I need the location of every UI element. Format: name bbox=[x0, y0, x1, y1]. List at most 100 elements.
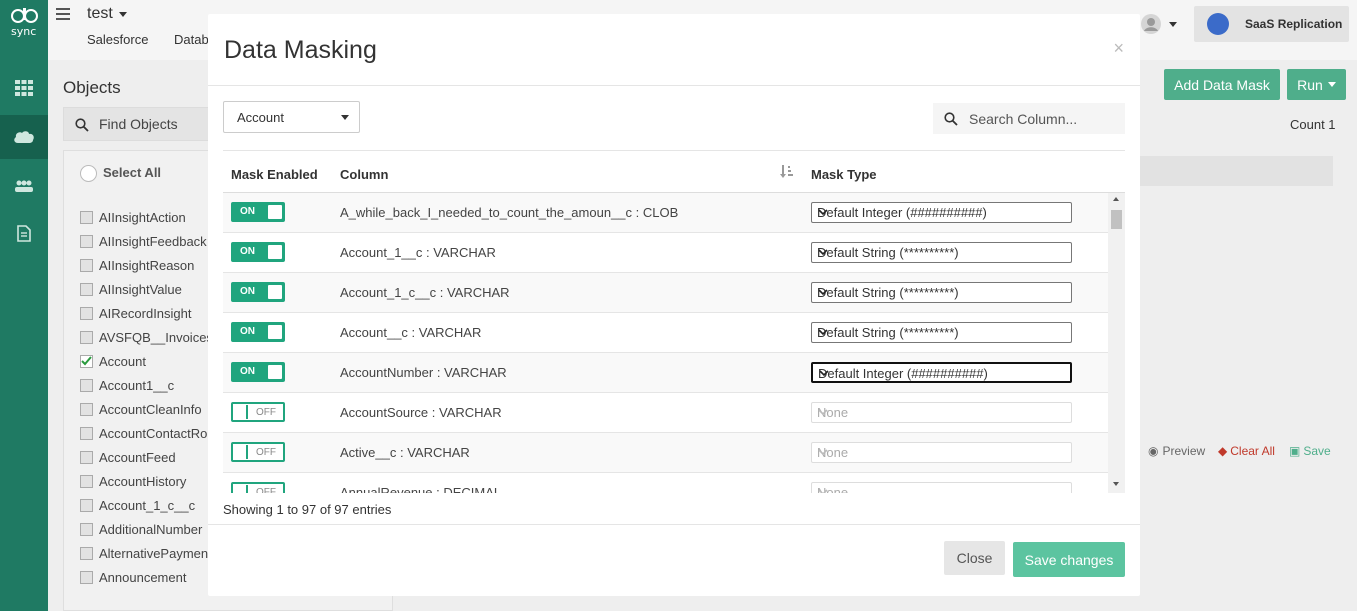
object-list-item[interactable]: AdditionalNumber bbox=[80, 519, 202, 539]
add-data-mask-button[interactable]: Add Data Mask bbox=[1164, 69, 1280, 100]
object-list-item[interactable]: Account_1_c__c bbox=[80, 495, 195, 515]
checkbox[interactable] bbox=[80, 282, 93, 296]
object-name: Announcement bbox=[99, 569, 187, 585]
checkbox[interactable] bbox=[80, 498, 93, 512]
modal-header: Data Masking × bbox=[208, 14, 1140, 86]
mask-type-select[interactable]: Default String (**********) bbox=[811, 242, 1072, 263]
save-label: Save bbox=[1303, 444, 1331, 458]
checkbox[interactable] bbox=[80, 522, 93, 536]
mask-type-select[interactable]: Default Integer (##########) bbox=[811, 362, 1072, 383]
mask-enabled-toggle[interactable]: ON bbox=[231, 202, 285, 222]
save-changes-button[interactable]: Save changes bbox=[1013, 542, 1125, 577]
checkbox[interactable] bbox=[80, 330, 93, 344]
checkbox[interactable] bbox=[80, 258, 93, 272]
user-menu-chevron-icon[interactable] bbox=[1169, 22, 1177, 27]
mask-enabled-toggle[interactable]: OFF bbox=[231, 402, 285, 422]
mask-enabled-toggle[interactable]: ON bbox=[231, 362, 285, 382]
checkbox[interactable] bbox=[80, 570, 93, 584]
save-icon: ▣ bbox=[1289, 444, 1301, 458]
checkbox[interactable] bbox=[80, 402, 93, 416]
hamburger-menu-icon[interactable] bbox=[56, 8, 70, 23]
object-name: AlternativePayment bbox=[99, 545, 212, 561]
mask-type-select[interactable]: None bbox=[811, 442, 1072, 463]
count-label: Count 1 bbox=[1290, 117, 1336, 132]
chevron-down-icon bbox=[341, 115, 349, 120]
mask-type-select[interactable]: None bbox=[811, 402, 1072, 423]
checkbox[interactable] bbox=[80, 378, 93, 392]
salesforce-cloud-icon[interactable] bbox=[0, 115, 48, 159]
mask-type-select[interactable]: None bbox=[811, 482, 1072, 493]
object-list-item[interactable]: AIInsightReason bbox=[80, 255, 194, 275]
grid-icon[interactable] bbox=[0, 66, 48, 110]
data-masking-modal: Data Masking × Account Search Column... … bbox=[208, 14, 1140, 596]
object-list-item[interactable]: AVSFQB__Invoices bbox=[80, 327, 213, 347]
select-all[interactable]: Select All bbox=[80, 165, 161, 183]
object-list-item[interactable]: Account bbox=[80, 351, 146, 371]
object-list-item[interactable]: AccountContactRol bbox=[80, 423, 210, 443]
object-name: AIInsightFeedback bbox=[99, 233, 207, 249]
dbsync-logo[interactable]: sync bbox=[8, 6, 42, 38]
search-column-input[interactable]: Search Column... bbox=[933, 103, 1125, 134]
preview-button[interactable]: ◉ Preview bbox=[1148, 444, 1205, 458]
object-list-item[interactable]: Announcement bbox=[80, 567, 186, 587]
eraser-icon: ◆ bbox=[1218, 444, 1228, 458]
object-name: AccountCleanInfo bbox=[99, 401, 202, 417]
checkbox-checked[interactable] bbox=[80, 354, 93, 368]
checkbox[interactable] bbox=[80, 450, 93, 464]
mask-enabled-toggle[interactable]: ON bbox=[231, 322, 285, 342]
object-select[interactable]: Account bbox=[223, 101, 360, 133]
sort-icon[interactable] bbox=[780, 165, 794, 182]
checkbox[interactable] bbox=[80, 306, 93, 320]
object-list-item[interactable]: AlternativePayment bbox=[80, 543, 212, 563]
object-list-item[interactable]: AIInsightFeedback bbox=[80, 231, 207, 251]
mask-enabled-toggle[interactable]: OFF bbox=[231, 442, 285, 462]
chevron-down-icon bbox=[817, 206, 1067, 221]
clear-all-button[interactable]: ◆ Clear All bbox=[1218, 444, 1275, 458]
scroll-up-icon[interactable] bbox=[1113, 197, 1119, 201]
scroll-down-icon[interactable] bbox=[1113, 482, 1119, 486]
divider bbox=[223, 150, 1125, 151]
close-icon[interactable]: × bbox=[1113, 38, 1124, 59]
run-chevron-icon bbox=[1327, 82, 1336, 87]
mask-enabled-toggle[interactable]: OFF bbox=[231, 482, 285, 493]
objects-title: Objects bbox=[63, 78, 121, 97]
object-list-item[interactable]: Account1__c bbox=[80, 375, 174, 395]
header-column[interactable]: Column bbox=[340, 167, 388, 182]
mask-enabled-toggle[interactable]: ON bbox=[231, 282, 285, 302]
users-icon[interactable] bbox=[0, 164, 48, 208]
chevron-down-icon[interactable] bbox=[119, 12, 127, 17]
mask-type-select[interactable]: Default String (**********) bbox=[811, 282, 1072, 303]
mask-type-select[interactable]: Default Integer (##########) bbox=[811, 202, 1072, 223]
saas-replication-button[interactable]: SaaS Replication bbox=[1194, 6, 1349, 42]
toggle-label: ON bbox=[240, 286, 255, 297]
search-icon bbox=[75, 118, 89, 132]
checkbox[interactable] bbox=[80, 234, 93, 248]
object-list-item[interactable]: AIInsightAction bbox=[80, 207, 186, 227]
select-all-radio[interactable] bbox=[80, 165, 97, 183]
header-mask-enabled[interactable]: Mask Enabled bbox=[231, 167, 318, 182]
object-list-item[interactable]: AIRecordInsight bbox=[80, 303, 192, 323]
scroll-thumb[interactable] bbox=[1111, 210, 1122, 229]
object-list-item[interactable]: AccountFeed bbox=[80, 447, 176, 467]
close-button[interactable]: Close bbox=[944, 541, 1005, 575]
column-name: Account_1_c__c : VARCHAR bbox=[340, 285, 510, 300]
checkbox[interactable] bbox=[80, 426, 93, 440]
workspace-name[interactable]: test bbox=[87, 5, 113, 23]
mask-type-select[interactable]: Default String (**********) bbox=[811, 322, 1072, 343]
avatar[interactable] bbox=[1141, 14, 1161, 37]
document-icon[interactable] bbox=[0, 211, 48, 255]
header-mask-type[interactable]: Mask Type bbox=[811, 167, 877, 182]
table-row: ON Account_1__c : VARCHAR Default String (… bbox=[223, 233, 1108, 273]
mask-enabled-toggle[interactable]: ON bbox=[231, 242, 285, 262]
table-scrollbar[interactable] bbox=[1108, 193, 1125, 493]
checkbox[interactable] bbox=[80, 546, 93, 560]
object-list-item[interactable]: AIInsightValue bbox=[80, 279, 182, 299]
nav-tab-database[interactable]: Datab bbox=[174, 32, 209, 47]
object-list-item[interactable]: AccountHistory bbox=[80, 471, 186, 491]
save-button[interactable]: ▣ Save bbox=[1289, 444, 1331, 458]
checkbox[interactable] bbox=[80, 474, 93, 488]
nav-tab-salesforce[interactable]: Salesforce bbox=[87, 32, 148, 47]
run-button[interactable]: Run bbox=[1287, 69, 1346, 100]
object-list-item[interactable]: AccountCleanInfo bbox=[80, 399, 202, 419]
checkbox[interactable] bbox=[80, 210, 93, 224]
